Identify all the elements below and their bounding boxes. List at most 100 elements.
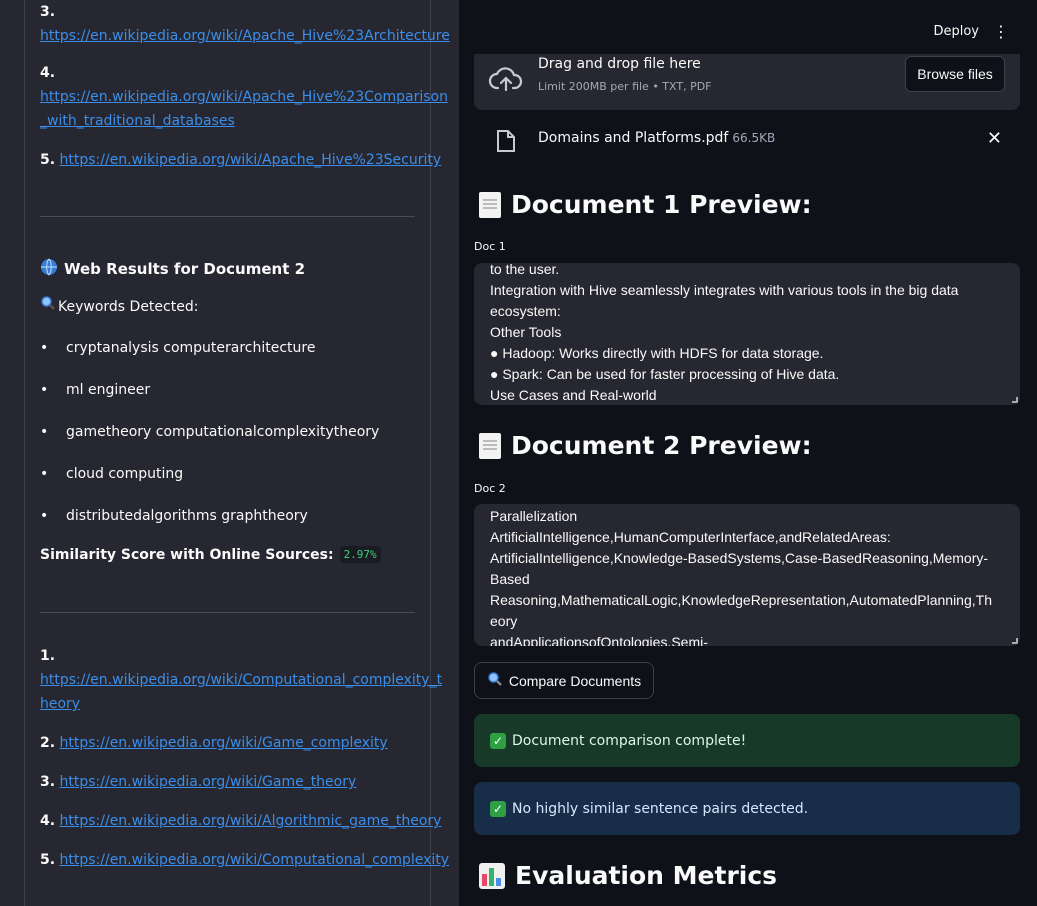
compare-documents-button[interactable]: Compare Documents <box>474 662 654 699</box>
main-content: Deploy ⋮ Drag and drop file here Limit 2… <box>459 0 1037 906</box>
keyword-text: cloud computing <box>66 466 184 482</box>
link-number: 5. <box>40 852 56 868</box>
link-number: 3. <box>40 774 56 790</box>
web-results-title: Web Results for Document 2 <box>64 260 306 278</box>
link-item: 4. https://en.wikipedia.org/wiki/Apache_… <box>40 61 448 133</box>
wiki-link[interactable]: https://en.wikipedia.org/wiki/Computatio… <box>40 672 442 688</box>
wiki-link-continued[interactable]: _with_traditional_databases <box>40 113 235 129</box>
link-item: 1. https://en.wikipedia.org/wiki/Computa… <box>40 644 442 716</box>
compare-button-label: Compare Documents <box>508 672 642 689</box>
keyword-item: • gametheory computationalcomplexitytheor… <box>40 424 380 440</box>
link-item: 3. https://en.wikipedia.org/wiki/Game_th… <box>40 770 356 794</box>
similarity-label: Similarity Score with Online Sources: <box>40 546 334 563</box>
success-alert: ✓ Document comparison complete! <box>474 714 1020 767</box>
metrics-heading: Evaluation Metrics <box>479 861 777 890</box>
info-text: No highly similar sentence pairs detecte… <box>512 800 809 817</box>
textarea-line: eory <box>490 613 518 629</box>
textarea-line: ArtificialIntelligence,Knowledge-BasedSy… <box>490 550 989 566</box>
sidebar: 3. https://en.wikipedia.org/wiki/Apache_… <box>0 0 459 906</box>
deploy-button[interactable]: Deploy <box>933 24 979 39</box>
doc1-label: Doc 1 <box>474 240 506 253</box>
divider <box>40 612 415 613</box>
document-icon <box>479 191 501 218</box>
textarea-line: Integration with Hive seamlessly integra… <box>490 282 959 298</box>
drop-title: Drag and drop file here <box>538 56 701 72</box>
doc2-label: Doc 2 <box>474 482 506 495</box>
close-icon[interactable]: ✕ <box>987 128 1002 149</box>
link-item: 5. https://en.wikipedia.org/wiki/Computa… <box>40 848 449 872</box>
doc1-heading-text: Document 1 Preview: <box>511 190 812 219</box>
link-number: 5. <box>40 152 56 168</box>
doc2-textarea[interactable]: Parallelization ArtificialIntelligence,H… <box>474 504 1020 646</box>
textarea-line: Based <box>490 571 530 587</box>
keyword-item: • cloud computing <box>40 466 184 482</box>
doc1-heading: Document 1 Preview: <box>479 190 812 219</box>
wiki-link[interactable]: https://en.wikipedia.org/wiki/Apache_Hiv… <box>40 28 450 44</box>
textarea-line: ● Spark: Can be used for faster processi… <box>490 366 840 382</box>
drop-subtitle: Limit 200MB per file • TXT, PDF <box>538 80 712 93</box>
textarea-line: andApplicationsofOntologies,Semi- <box>490 634 708 646</box>
doc2-heading-text: Document 2 Preview: <box>511 431 812 460</box>
wiki-link[interactable]: https://en.wikipedia.org/wiki/Apache_Hiv… <box>40 89 448 105</box>
textarea-line: ● Hadoop: Works directly with HDFS for d… <box>490 345 824 361</box>
magnifier-icon <box>487 671 503 690</box>
wiki-link[interactable]: https://en.wikipedia.org/wiki/Game_theor… <box>60 774 357 790</box>
keyword-text: distributedalgorithms graphtheory <box>66 508 308 524</box>
file-name: Domains and Platforms.pdf <box>538 130 729 146</box>
textarea-line: Use Cases and Real-world <box>490 387 657 403</box>
browse-files-button[interactable]: Browse files <box>905 56 1005 92</box>
link-item: 3. https://en.wikipedia.org/wiki/Apache_… <box>40 0 450 48</box>
link-item: 5. https://en.wikipedia.org/wiki/Apache_… <box>40 148 441 172</box>
textarea-line: ecosystem: <box>490 303 561 319</box>
link-number: 4. <box>40 813 56 829</box>
textarea-line: Reasoning,MathematicalLogic,KnowledgeRep… <box>490 592 992 608</box>
uploaded-file: Domains and Platforms.pdf 66.5KB ✕ <box>474 126 1020 156</box>
doc2-heading: Document 2 Preview: <box>479 431 812 460</box>
document-icon <box>479 432 501 459</box>
link-number: 1. <box>40 648 56 664</box>
bar-chart-icon <box>479 862 505 889</box>
link-number: 3. <box>40 4 56 20</box>
keywords-label-row: Keywords Detected: <box>40 295 198 319</box>
wiki-link[interactable]: https://en.wikipedia.org/wiki/Algorithmi… <box>60 813 442 829</box>
file-icon <box>496 129 516 157</box>
metrics-heading-text: Evaluation Metrics <box>515 861 778 890</box>
doc1-textarea[interactable]: to the user. Integration with Hive seaml… <box>474 263 1020 405</box>
keyword-item: • cryptanalysis computerarchitecture <box>40 340 316 356</box>
web-results-heading: Web Results for Document 2 <box>40 258 305 280</box>
textarea-line: to the user. <box>490 263 560 277</box>
keyword-text: ml engineer <box>66 382 151 398</box>
wiki-link[interactable]: https://en.wikipedia.org/wiki/Apache_Hiv… <box>60 152 442 168</box>
success-text: Document comparison complete! <box>512 732 747 749</box>
wiki-link-continued[interactable]: heory <box>40 696 80 712</box>
wiki-link[interactable]: https://en.wikipedia.org/wiki/Computatio… <box>60 852 450 868</box>
similarity-value: 2.97% <box>339 546 381 563</box>
keyword-text: cryptanalysis computerarchitecture <box>66 340 316 356</box>
check-icon: ✓ <box>490 732 506 749</box>
file-size: 66.5KB <box>732 131 776 145</box>
resize-grip-icon[interactable] <box>1012 397 1018 403</box>
link-item: 2. https://en.wikipedia.org/wiki/Game_co… <box>40 731 388 755</box>
info-alert: ✓ No highly similar sentence pairs detec… <box>474 782 1020 835</box>
textarea-line: Other Tools <box>490 324 562 340</box>
link-item: 4. https://en.wikipedia.org/wiki/Algorit… <box>40 809 441 833</box>
kebab-menu-icon[interactable]: ⋮ <box>993 22 1009 41</box>
file-name-row: Domains and Platforms.pdf 66.5KB <box>538 130 775 146</box>
magnifier-icon <box>40 295 56 319</box>
keyword-text: gametheory computationalcomplexitytheory <box>66 424 380 440</box>
textarea-line: ArtificialIntelligence,HumanComputerInte… <box>490 529 891 545</box>
keyword-item: • ml engineer <box>40 382 151 398</box>
textarea-line: Parallelization <box>490 508 578 524</box>
resize-grip-icon[interactable] <box>1012 638 1018 644</box>
link-number: 2. <box>40 735 56 751</box>
keyword-item: • distributedalgorithms graphtheory <box>40 508 308 524</box>
globe-icon <box>40 258 58 280</box>
file-uploader[interactable]: Drag and drop file here Limit 200MB per … <box>474 54 1020 110</box>
divider <box>40 216 415 217</box>
check-icon: ✓ <box>490 800 506 817</box>
link-number: 4. <box>40 65 56 81</box>
cloud-upload-icon <box>488 62 524 98</box>
similarity-score: Similarity Score with Online Sources: 2.… <box>40 546 381 563</box>
keywords-label: Keywords Detected: <box>58 299 199 315</box>
wiki-link[interactable]: https://en.wikipedia.org/wiki/Game_compl… <box>60 735 388 751</box>
